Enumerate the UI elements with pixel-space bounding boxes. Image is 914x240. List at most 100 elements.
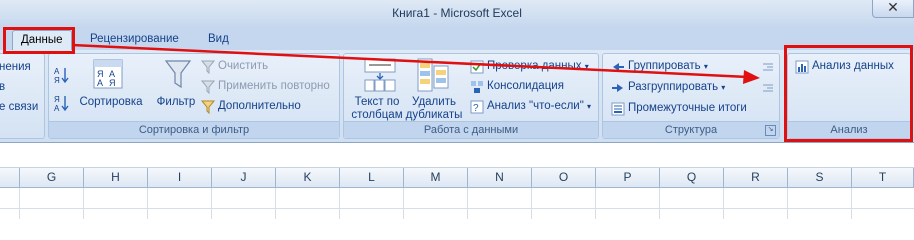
grid-line: [787, 188, 788, 219]
sort-dialog-icon[interactable]: ЯААЯ: [93, 59, 123, 92]
grid-line: [531, 188, 532, 219]
grid-line: [339, 188, 340, 219]
sort-az-icon[interactable]: АЯ: [54, 66, 70, 87]
hide-detail-icon[interactable]: [761, 81, 775, 95]
grid-line: [19, 188, 20, 219]
column-header[interactable]: S: [788, 168, 852, 187]
data-validation-button[interactable]: Проверка данных ▾: [487, 60, 589, 72]
close-icon: ✕: [887, 0, 899, 15]
column-header[interactable]: L: [340, 168, 404, 187]
column-header-partial[interactable]: [0, 168, 20, 187]
ungroup-icon: [611, 81, 625, 95]
column-header[interactable]: Q: [660, 168, 724, 187]
grid-line: [147, 188, 148, 219]
grid-line: [403, 188, 404, 219]
data-validation-icon: [470, 60, 484, 74]
sort-filter-group: АЯ ЯА ЯААЯ Сортировка Фильтр Очистить Пр…: [48, 53, 340, 139]
reapply-button[interactable]: Применить повторно: [218, 80, 330, 92]
column-header[interactable]: O: [532, 168, 596, 187]
chevron-down-icon: ▾: [721, 83, 726, 92]
formula-bar-area[interactable]: [0, 143, 914, 168]
tab-review[interactable]: Рецензирование: [82, 30, 187, 50]
column-header[interactable]: N: [468, 168, 532, 187]
svg-text:А: А: [97, 78, 103, 88]
connections-group-partial: нения в е связи: [0, 53, 45, 139]
analysis-group-highlight: [784, 45, 913, 142]
grid-line: [275, 188, 276, 219]
ribbon: нения в е связи АЯ ЯА ЯААЯ Сортировка Фи…: [0, 50, 914, 143]
svg-text:?: ?: [473, 103, 479, 114]
column-header[interactable]: T: [852, 168, 914, 187]
grid-row: [0, 188, 914, 209]
outline-dialog-launcher[interactable]: ↘: [765, 125, 776, 136]
remove-duplicates-icon[interactable]: [417, 58, 449, 95]
outline-group: Группировать ▾ Разгруппировать ▾ Промежу…: [602, 53, 780, 139]
advanced-filter-icon: [200, 100, 216, 115]
subtotal-button[interactable]: Промежуточные итоги: [628, 102, 747, 114]
group-icon: [611, 60, 625, 74]
data-tools-group-label: Работа с данными: [344, 121, 598, 138]
title-bar: Книга1 - Microsoft Excel ✕: [0, 0, 914, 28]
filter-button[interactable]: Фильтр: [153, 96, 199, 109]
connections-item-3[interactable]: е связи: [0, 101, 38, 113]
data-validation-label: Проверка данных: [487, 60, 582, 72]
ungroup-label: Разгруппировать: [628, 81, 719, 93]
data-tab-highlight: [3, 27, 75, 54]
show-detail-icon[interactable]: [761, 60, 775, 74]
svg-text:Я: Я: [54, 95, 60, 104]
what-if-label: Анализ "что-если": [487, 100, 584, 112]
consolidate-icon: [470, 80, 484, 94]
column-header[interactable]: G: [20, 168, 84, 187]
column-header[interactable]: H: [84, 168, 148, 187]
group-button[interactable]: Группировать ▾: [628, 60, 708, 72]
connections-item-2[interactable]: в: [0, 81, 5, 93]
tab-view[interactable]: Вид: [200, 30, 237, 50]
grid-line: [723, 188, 724, 219]
consolidate-button[interactable]: Консолидация: [487, 80, 564, 92]
column-header[interactable]: M: [404, 168, 468, 187]
data-tools-group: Текст по столбцам Удалить дубликаты Пров…: [343, 53, 599, 139]
what-if-icon: ?: [470, 100, 484, 114]
column-header[interactable]: P: [596, 168, 660, 187]
cell-grid[interactable]: [0, 188, 914, 219]
grid-line: [595, 188, 596, 219]
subtotal-icon: [611, 102, 625, 116]
ribbon-tabs: Данные Рецензирование Вид ?: [0, 28, 914, 74]
reapply-icon: [200, 80, 216, 95]
filter-funnel-icon[interactable]: [164, 59, 192, 94]
connections-item-1[interactable]: нения: [0, 61, 31, 73]
ungroup-button[interactable]: Разгруппировать ▾: [628, 81, 725, 93]
column-header[interactable]: I: [148, 168, 212, 187]
advanced-button[interactable]: Дополнительно: [218, 100, 301, 112]
sort-button[interactable]: Сортировка: [76, 96, 146, 109]
text-to-columns-button[interactable]: Текст по столбцам: [348, 96, 406, 122]
remove-duplicates-button[interactable]: Удалить дубликаты: [404, 96, 464, 122]
column-header[interactable]: J: [212, 168, 276, 187]
outline-group-label: Структура: [603, 121, 779, 138]
remove-duplicates-line1: Удалить: [412, 96, 456, 108]
grid-line: [211, 188, 212, 219]
chevron-down-icon: ▾: [587, 102, 592, 111]
chevron-down-icon: ▾: [584, 62, 589, 71]
clear-button[interactable]: Очистить: [218, 60, 268, 72]
column-header[interactable]: R: [724, 168, 788, 187]
column-header[interactable]: K: [276, 168, 340, 187]
svg-text:А: А: [54, 67, 60, 76]
grid-line: [659, 188, 660, 219]
text-to-columns-icon[interactable]: [364, 58, 396, 95]
what-if-button[interactable]: Анализ "что-если" ▾: [487, 100, 591, 112]
sort-filter-group-label: Сортировка и фильтр: [49, 121, 339, 138]
close-window-button[interactable]: ✕: [872, 0, 914, 18]
grid-line: [851, 188, 852, 219]
grid-line: [83, 188, 84, 219]
sort-za-icon[interactable]: ЯА: [54, 94, 70, 115]
svg-text:Я: Я: [54, 76, 60, 84]
grid-line: [467, 188, 468, 219]
svg-text:А: А: [54, 104, 60, 112]
group-label: Группировать: [628, 60, 701, 72]
column-headers: G H I J K L M N O P Q R S T: [0, 168, 914, 188]
window-title: Книга1 - Microsoft Excel: [392, 6, 522, 20]
chevron-down-icon: ▾: [703, 62, 708, 71]
clear-filter-icon: [200, 60, 216, 75]
text-to-columns-line1: Текст по: [354, 96, 400, 108]
